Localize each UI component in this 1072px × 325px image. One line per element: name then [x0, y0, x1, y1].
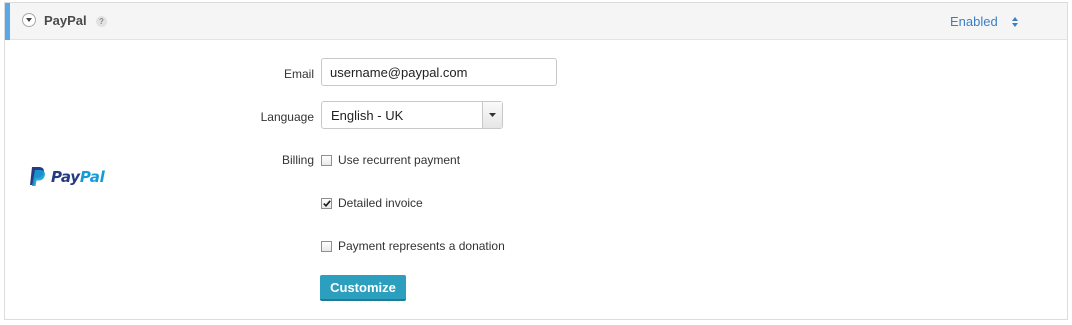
email-field[interactable]	[321, 58, 557, 86]
checkmark-icon	[322, 199, 331, 207]
logo-text-pal: Pal	[79, 167, 105, 186]
customize-button[interactable]: Customize	[320, 275, 406, 301]
email-label: Email	[283, 67, 314, 81]
paypal-logo-text: PayPal	[51, 168, 105, 186]
panel-title: PayPal	[44, 13, 87, 28]
status-dropdown[interactable]: Enabled	[950, 14, 998, 29]
checkbox-recurrent-payment[interactable]	[321, 154, 332, 166]
language-selected-value: English - UK	[331, 108, 404, 123]
help-icon[interactable]: ?	[96, 16, 107, 27]
checkbox-detailed-invoice[interactable]	[321, 197, 332, 209]
language-label: Language	[260, 110, 314, 124]
paypal-panel: PayPal ? Enabled PayPal	[4, 2, 1068, 320]
sort-arrows-icon[interactable]	[1010, 15, 1020, 29]
paypal-p-icon	[30, 167, 45, 186]
option-detailed-invoice[interactable]: Detailed invoice	[321, 196, 423, 210]
checkbox-donation[interactable]	[321, 240, 332, 252]
paypal-logo: PayPal	[29, 166, 105, 187]
chevron-down-icon[interactable]	[482, 102, 502, 128]
option-recurrent-payment[interactable]: Use recurrent payment	[321, 153, 460, 167]
billing-label: Billing	[281, 153, 314, 167]
collapse-toggle-icon[interactable]	[22, 13, 36, 27]
option-label: Payment represents a donation	[338, 239, 505, 253]
option-donation[interactable]: Payment represents a donation	[321, 239, 505, 253]
option-label: Detailed invoice	[338, 196, 423, 210]
option-label: Use recurrent payment	[338, 153, 461, 167]
language-select[interactable]: English - UK	[321, 101, 503, 129]
logo-text-pay: Pay	[51, 167, 80, 186]
header-accent-bar	[5, 3, 10, 40]
panel-header: PayPal ? Enabled	[5, 3, 1067, 40]
